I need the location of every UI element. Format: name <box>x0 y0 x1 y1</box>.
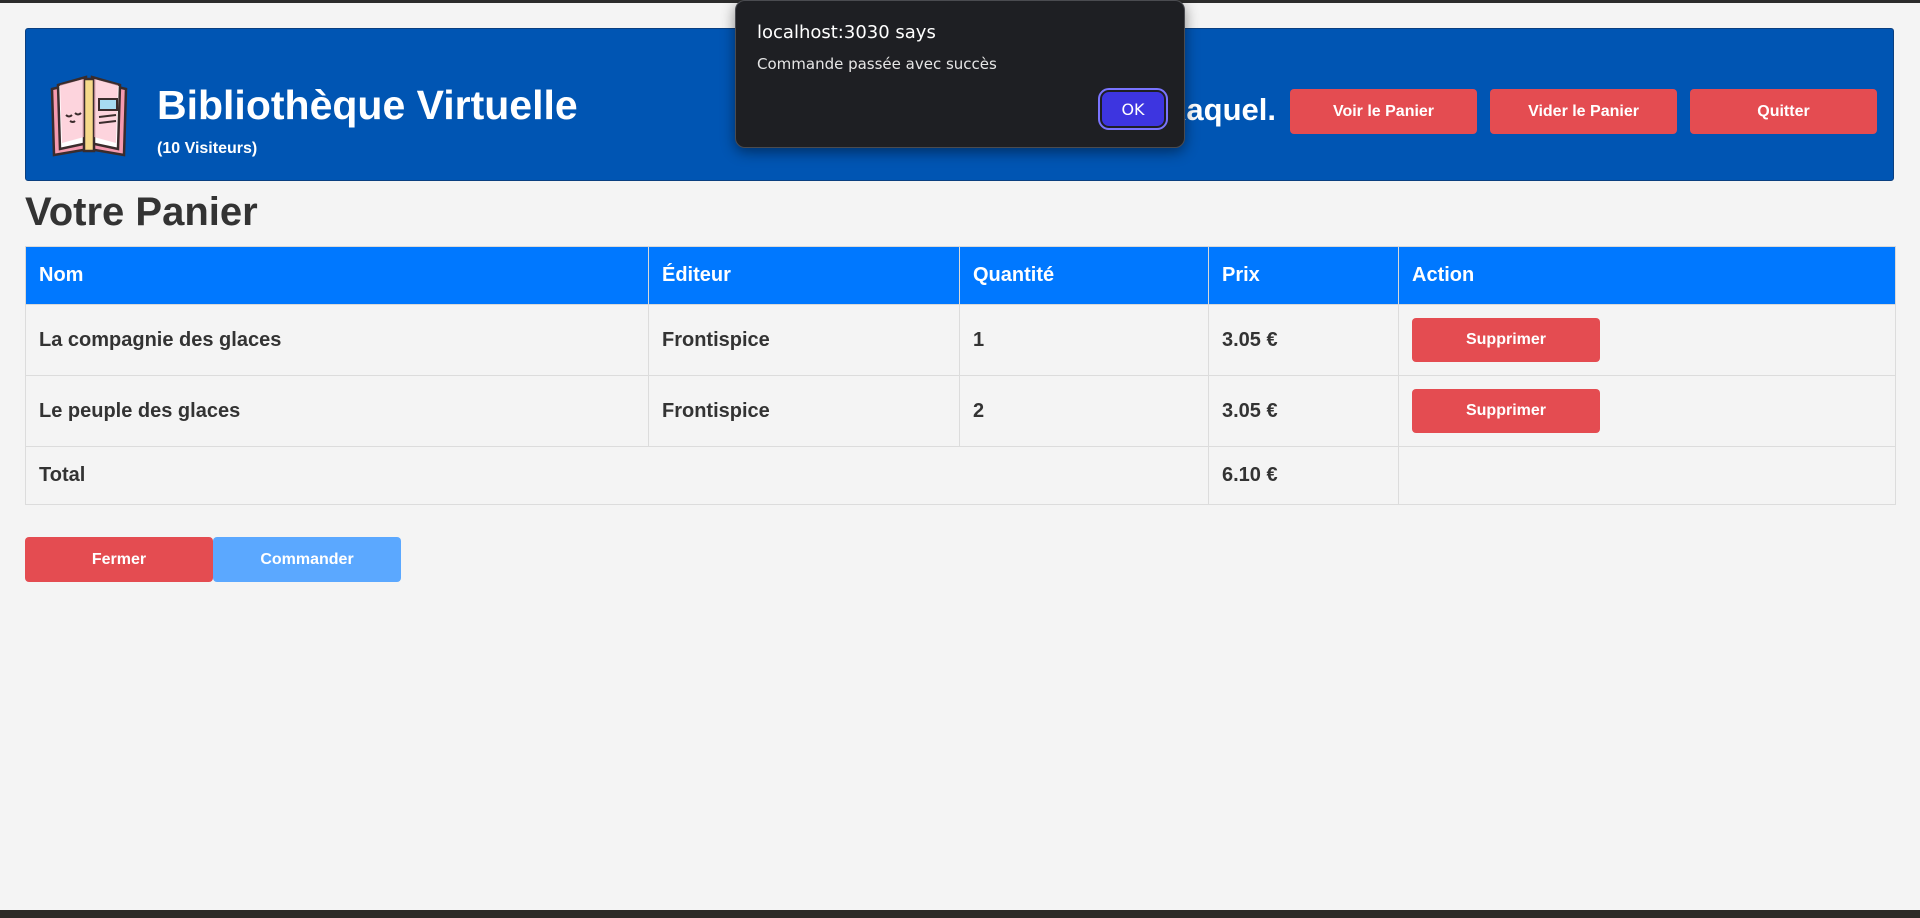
total-row: Total 6.10 € <box>25 446 1896 505</box>
open-book-icon <box>50 75 128 157</box>
page-title: Votre Panier <box>25 190 258 234</box>
book-price: 3.05 € <box>1208 375 1399 447</box>
column-header-price: Prix <box>1208 246 1399 305</box>
quit-button[interactable]: Quitter <box>1690 89 1877 134</box>
remove-item-button[interactable]: Supprimer <box>1412 318 1600 362</box>
dialog-ok-button[interactable]: OK <box>1098 88 1168 130</box>
column-header-action: Action <box>1398 246 1896 305</box>
total-label: Total <box>25 446 1209 505</box>
book-name: Le peuple des glaces <box>25 375 649 447</box>
book-quantity: 1 <box>959 304 1209 376</box>
column-header-quantity: Quantité <box>959 246 1209 305</box>
view-cart-button[interactable]: Voir le Panier <box>1290 89 1477 134</box>
table-row: La compagnie des glaces Frontispice 1 3.… <box>25 304 1896 376</box>
table-header-row: Nom Éditeur Quantité Prix Action <box>25 246 1896 305</box>
order-button[interactable]: Commander <box>213 537 401 582</box>
column-header-publisher: Éditeur <box>648 246 960 305</box>
bottom-window-strip <box>0 910 1920 918</box>
book-publisher: Frontispice <box>648 304 960 376</box>
site-title: Bibliothèque Virtuelle <box>157 82 578 128</box>
close-button[interactable]: Fermer <box>25 537 213 582</box>
total-value: 6.10 € <box>1208 446 1399 505</box>
action-cell: Supprimer <box>1398 375 1896 447</box>
book-quantity: 2 <box>959 375 1209 447</box>
alert-dialog: localhost:3030 says Commande passée avec… <box>735 0 1185 148</box>
action-cell: Supprimer <box>1398 304 1896 376</box>
book-price: 3.05 € <box>1208 304 1399 376</box>
column-header-name: Nom <box>25 246 649 305</box>
dialog-message: Commande passée avec succès <box>757 55 997 73</box>
empty-cart-button[interactable]: Vider le Panier <box>1490 89 1677 134</box>
book-publisher: Frontispice <box>648 375 960 447</box>
dialog-title: localhost:3030 says <box>757 22 936 43</box>
table-row: Le peuple des glaces Frontispice 2 3.05 … <box>25 375 1896 447</box>
cart-table: Nom Éditeur Quantité Prix Action La comp… <box>25 246 1896 505</box>
visitor-count: (10 Visiteurs) <box>157 140 258 157</box>
total-empty-cell <box>1398 446 1896 505</box>
book-name: La compagnie des glaces <box>25 304 649 376</box>
remove-item-button[interactable]: Supprimer <box>1412 389 1600 433</box>
